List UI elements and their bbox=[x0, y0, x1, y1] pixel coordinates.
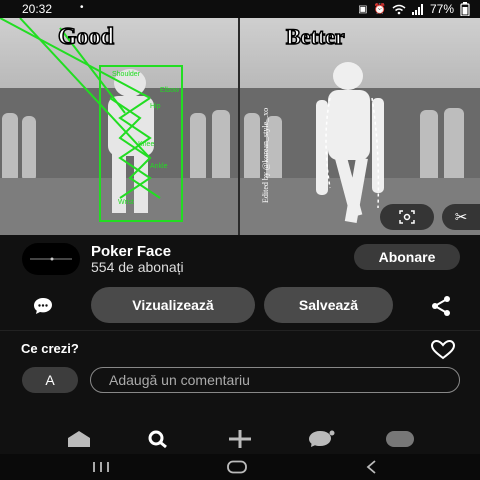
follow-button[interactable]: Abonare bbox=[354, 244, 460, 270]
messages-icon[interactable] bbox=[306, 429, 336, 449]
svg-text:Shoulder: Shoulder bbox=[112, 71, 141, 78]
lens-icon bbox=[399, 210, 415, 224]
save-button[interactable]: Salvează bbox=[264, 287, 393, 323]
comments-prompt: Ce crezi? bbox=[21, 341, 79, 356]
system-nav-bar bbox=[0, 454, 480, 480]
svg-text:Wrist: Wrist bbox=[118, 199, 134, 206]
user-avatar[interactable]: A bbox=[22, 367, 78, 393]
creator-followers: 554 de abonați bbox=[91, 259, 184, 275]
left-caption: Good bbox=[58, 24, 115, 50]
recent-apps-icon[interactable] bbox=[90, 460, 112, 474]
cut-out-button[interactable]: ✂ bbox=[442, 204, 480, 230]
search-icon[interactable] bbox=[146, 429, 170, 449]
status-bar: 20:32 • ▣ ⏰ 77% bbox=[0, 0, 480, 18]
svg-text:Knee: Knee bbox=[138, 141, 154, 148]
status-time: 20:32 bbox=[22, 2, 53, 16]
right-caption: Better bbox=[286, 24, 345, 49]
comments-section: Ce crezi? A bbox=[0, 330, 480, 424]
creator-name[interactable]: Poker Face bbox=[91, 243, 171, 260]
home-icon[interactable] bbox=[66, 430, 92, 448]
svg-text:Hip: Hip bbox=[150, 103, 161, 110]
battery-percent: 77% bbox=[429, 2, 454, 16]
comment-input[interactable] bbox=[90, 367, 460, 393]
alarm-icon: ⏰ bbox=[373, 3, 386, 15]
watermark-text: Edited by @korean_style_.xo bbox=[261, 108, 270, 203]
share-icon[interactable] bbox=[430, 295, 452, 317]
battery-icon bbox=[460, 2, 470, 16]
scissors-icon: ✂ bbox=[454, 209, 468, 226]
action-row: Vizualizează Salvează bbox=[0, 285, 480, 327]
wifi-icon bbox=[392, 4, 406, 14]
comment-bubble-icon[interactable] bbox=[32, 296, 54, 316]
svg-text:Elbow: Elbow bbox=[160, 87, 180, 94]
profile-avatar-icon[interactable] bbox=[386, 431, 414, 447]
create-plus-icon[interactable] bbox=[226, 429, 254, 449]
heart-icon[interactable] bbox=[430, 340, 456, 360]
bottom-tab-bar bbox=[0, 424, 480, 454]
camera-notification-icon: ▣ bbox=[358, 3, 368, 15]
visual-search-button[interactable] bbox=[380, 204, 434, 230]
pin-image[interactable]: Shoulder Elbow Hip Knee Ankle Wrist Good Be… bbox=[0, 18, 480, 235]
creator-row: Poker Face 554 de abonați Abonare bbox=[0, 235, 480, 285]
signal-icon bbox=[411, 3, 423, 15]
creator-avatar[interactable] bbox=[22, 243, 80, 275]
notification-dot-icon: • bbox=[80, 2, 84, 13]
back-icon[interactable] bbox=[364, 460, 380, 474]
home-nav-icon[interactable] bbox=[226, 460, 248, 474]
svg-text:Ankle: Ankle bbox=[150, 163, 168, 170]
view-button[interactable]: Vizualizează bbox=[91, 287, 255, 323]
